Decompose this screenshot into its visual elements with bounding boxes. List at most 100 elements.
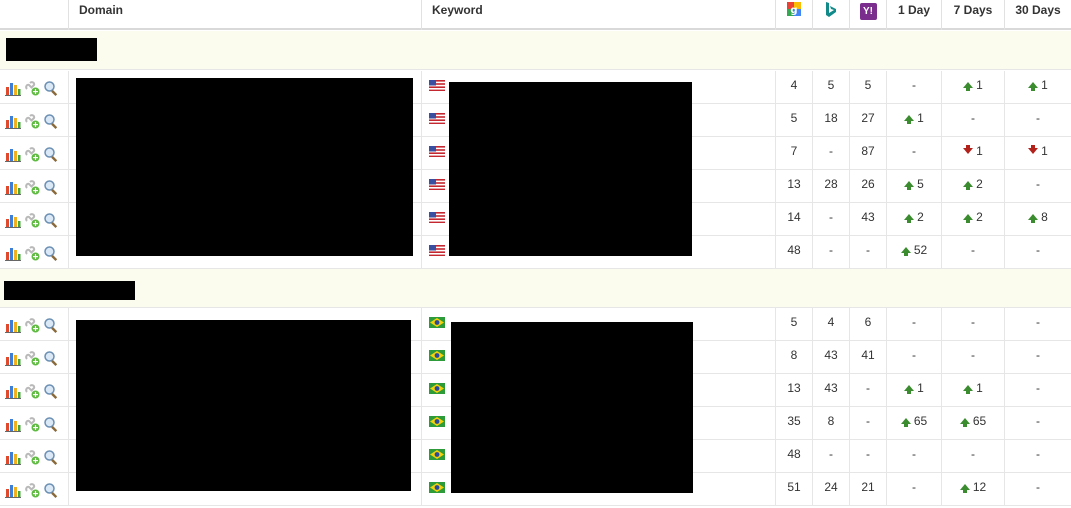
arrow-up-icon xyxy=(904,114,915,124)
rank-value: 8 xyxy=(827,414,835,428)
chart-icon[interactable] xyxy=(5,414,21,432)
br-flag-icon xyxy=(429,482,445,493)
add-link-icon[interactable] xyxy=(24,480,40,498)
rank-value: 35 xyxy=(787,414,801,428)
change-value: - xyxy=(1036,480,1040,494)
magnifier-icon[interactable] xyxy=(43,243,59,261)
br-flag-icon xyxy=(429,350,445,361)
redacted-keyword-block xyxy=(451,322,693,493)
d1-change-cell: 1 xyxy=(886,374,941,406)
magnifier-icon[interactable] xyxy=(43,177,59,195)
change-value: - xyxy=(1036,414,1040,428)
change-value: - xyxy=(971,348,975,362)
change-value: - xyxy=(1036,243,1040,257)
d7-change-cell: 12 xyxy=(941,473,1004,505)
add-link-icon[interactable] xyxy=(24,111,40,129)
magnifier-icon[interactable] xyxy=(43,78,59,96)
rank-value: - xyxy=(866,414,870,428)
magnifier-icon[interactable] xyxy=(43,315,59,333)
rank-value: 13 xyxy=(787,381,801,395)
svg-text:g: g xyxy=(790,5,797,16)
rank-value: 28 xyxy=(824,177,838,191)
add-link-icon[interactable] xyxy=(24,177,40,195)
chart-icon[interactable] xyxy=(5,447,21,465)
d1-change-cell: 52 xyxy=(886,236,941,268)
chart-icon[interactable] xyxy=(5,144,21,162)
google-column-header[interactable]: g xyxy=(775,0,812,30)
add-link-icon[interactable] xyxy=(24,414,40,432)
google-rank-cell: 4 xyxy=(775,71,812,103)
add-link-icon[interactable] xyxy=(24,447,40,465)
d1-change-cell: 2 xyxy=(886,203,941,235)
d1-change-cell: - xyxy=(886,308,941,340)
rank-value: 4 xyxy=(827,315,835,329)
change-value: 2 xyxy=(976,177,983,191)
keyword-column-header[interactable]: Keyword xyxy=(421,0,775,30)
change-value: - xyxy=(1036,315,1040,329)
chart-icon[interactable] xyxy=(5,210,21,228)
bing-column-header[interactable] xyxy=(812,0,849,30)
chart-icon[interactable] xyxy=(5,480,21,498)
keyword-header-label: Keyword xyxy=(432,3,483,17)
add-link-icon[interactable] xyxy=(24,381,40,399)
add-link-icon[interactable] xyxy=(24,210,40,228)
google-icon: g xyxy=(785,1,803,19)
d1-change-cell: 5 xyxy=(886,170,941,202)
d7-change-cell: 2 xyxy=(941,203,1004,235)
domain-column-header[interactable]: Domain xyxy=(68,0,422,30)
chart-icon[interactable] xyxy=(5,243,21,261)
chart-icon[interactable] xyxy=(5,348,21,366)
rank-value: 5 xyxy=(790,111,798,125)
rank-value: 48 xyxy=(787,447,801,461)
7-days-column-header[interactable]: 7 Days xyxy=(941,0,1004,30)
change-value: 65 xyxy=(972,414,987,428)
yahoo-column-header[interactable]: Y! xyxy=(849,0,886,30)
magnifier-icon[interactable] xyxy=(43,447,59,465)
magnifier-icon[interactable] xyxy=(43,210,59,228)
rank-value: 41 xyxy=(861,348,875,362)
magnifier-icon[interactable] xyxy=(43,480,59,498)
add-link-icon[interactable] xyxy=(24,144,40,162)
bing-rank-cell: - xyxy=(812,203,849,235)
d7-change-cell: 1 xyxy=(941,137,1004,169)
30-days-header-label: 30 Days xyxy=(1015,3,1061,17)
arrow-down-icon xyxy=(963,144,974,154)
rank-value: - xyxy=(829,243,833,257)
actions-cell xyxy=(0,341,68,373)
chart-icon[interactable] xyxy=(5,111,21,129)
arrow-up-icon xyxy=(963,180,974,190)
actions-cell xyxy=(0,407,68,439)
d30-change-cell: 1 xyxy=(1004,137,1071,169)
30-days-column-header[interactable]: 30 Days xyxy=(1004,0,1071,30)
bing-rank-cell: - xyxy=(812,137,849,169)
rank-value: 43 xyxy=(824,381,838,395)
magnifier-icon[interactable] xyxy=(43,348,59,366)
change-value: - xyxy=(912,78,916,92)
add-link-icon[interactable] xyxy=(24,243,40,261)
d1-change-cell: - xyxy=(886,137,941,169)
chart-icon[interactable] xyxy=(5,381,21,399)
chart-icon[interactable] xyxy=(5,315,21,333)
rank-value: 51 xyxy=(787,480,801,494)
actions-cell xyxy=(0,203,68,235)
d1-change-cell: 1 xyxy=(886,104,941,136)
yahoo-rank-cell: - xyxy=(849,236,886,268)
change-value: 1 xyxy=(1041,144,1048,158)
magnifier-icon[interactable] xyxy=(43,414,59,432)
magnifier-icon[interactable] xyxy=(43,381,59,399)
change-value: 1 xyxy=(976,78,983,92)
add-link-icon[interactable] xyxy=(24,315,40,333)
add-link-icon[interactable] xyxy=(24,348,40,366)
add-link-icon[interactable] xyxy=(24,78,40,96)
d30-change-cell: 1 xyxy=(1004,71,1071,103)
bing-rank-cell: 24 xyxy=(812,473,849,505)
actions-cell xyxy=(0,71,68,103)
rank-value: 18 xyxy=(824,111,838,125)
magnifier-icon[interactable] xyxy=(43,144,59,162)
arrow-up-icon xyxy=(959,483,970,493)
magnifier-icon[interactable] xyxy=(43,111,59,129)
chart-icon[interactable] xyxy=(5,177,21,195)
br-flag-icon xyxy=(429,416,445,427)
1-day-column-header[interactable]: 1 Day xyxy=(886,0,941,30)
chart-icon[interactable] xyxy=(5,78,21,96)
